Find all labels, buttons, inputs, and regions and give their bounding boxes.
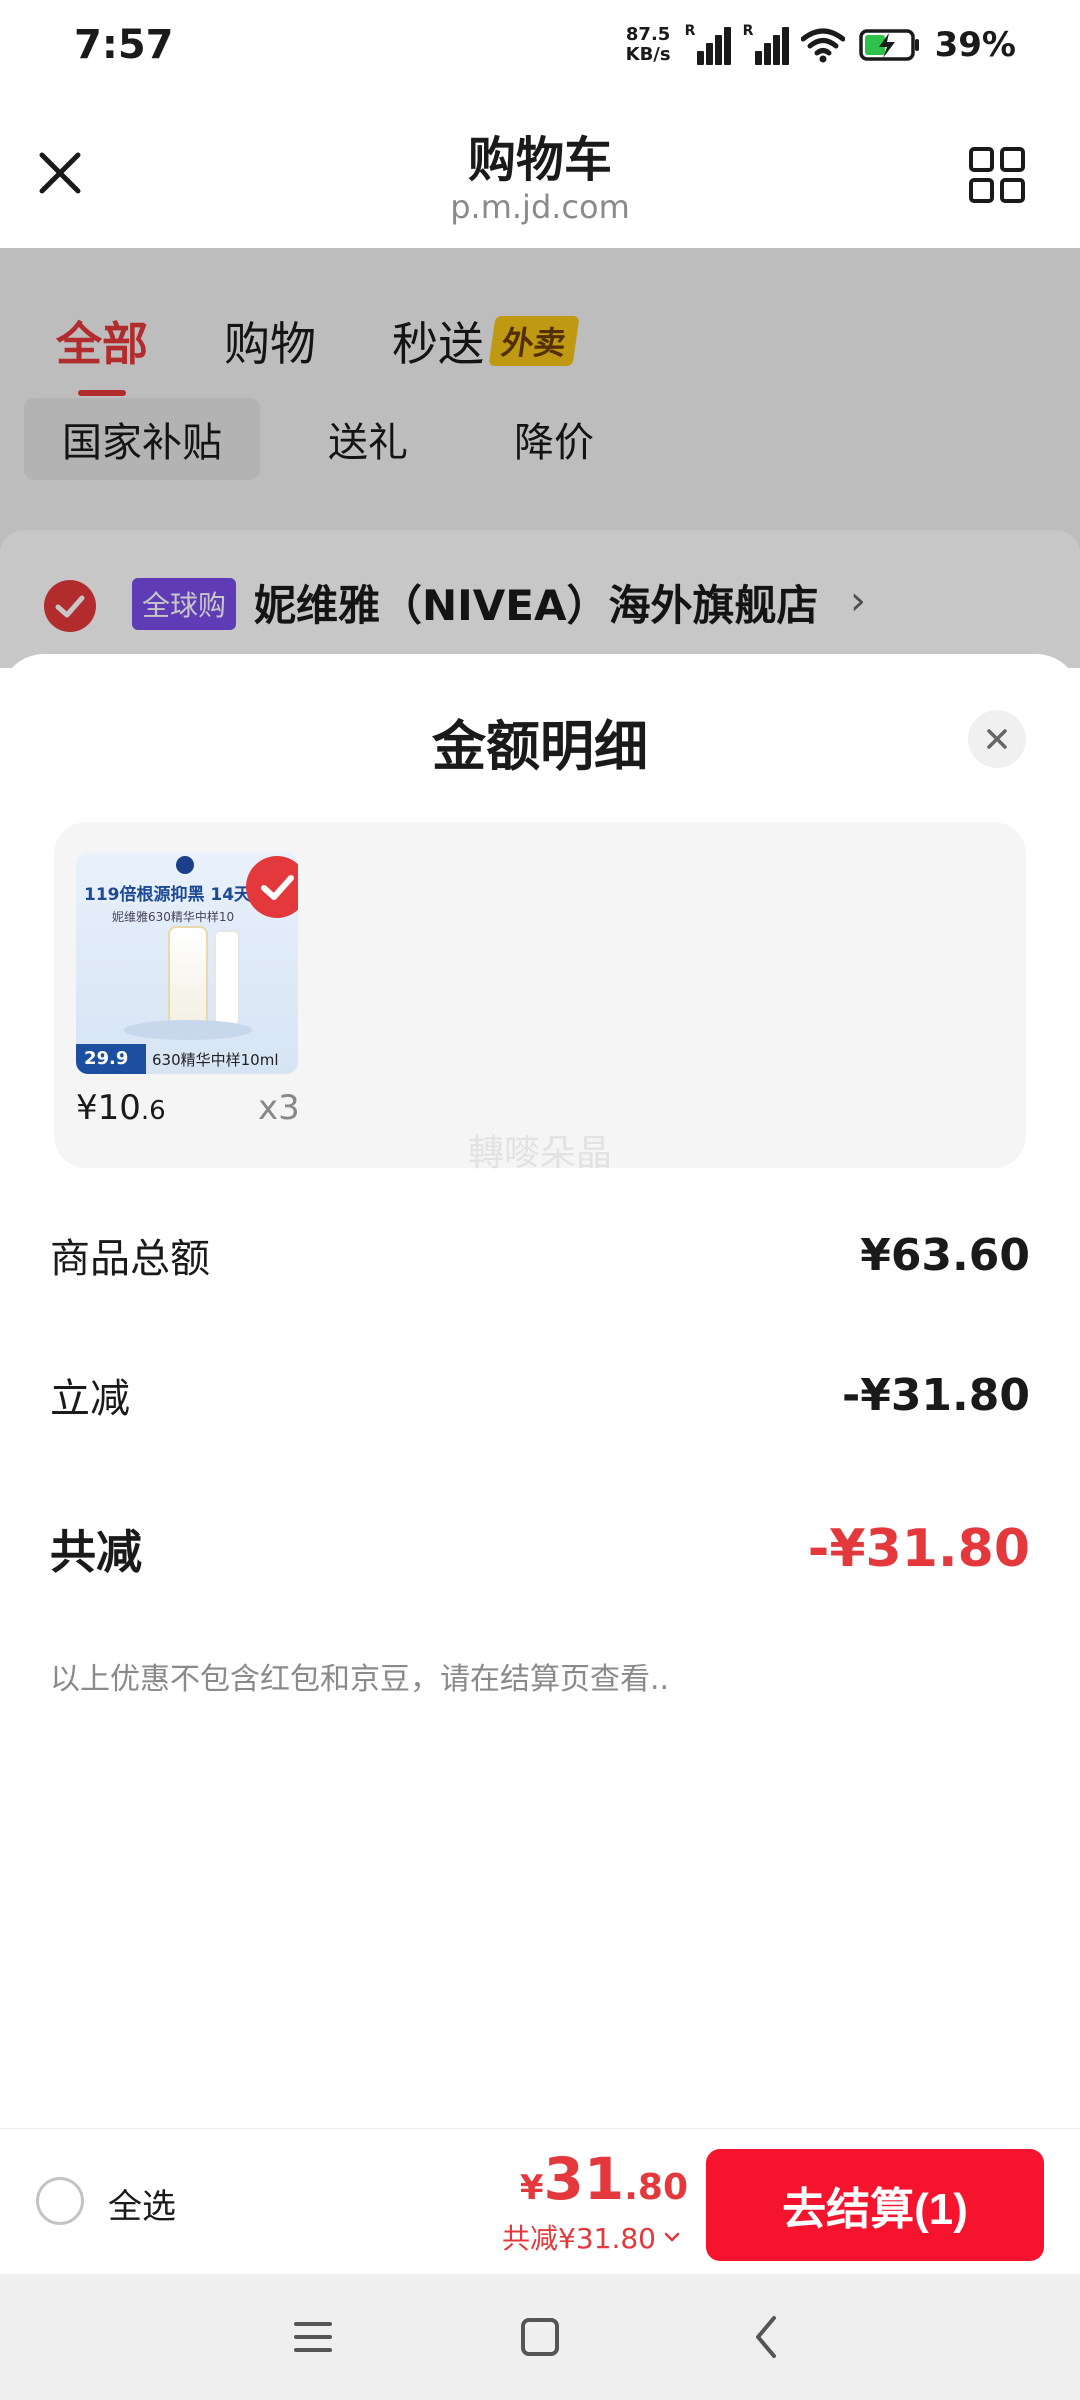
- modal-overlay[interactable]: [0, 248, 1080, 668]
- signal-roaming-label: R: [684, 23, 696, 39]
- home-icon[interactable]: [513, 2310, 567, 2364]
- product-image-headline: 119倍根源抑黑 14天: [84, 885, 252, 905]
- battery-charging-icon: [858, 29, 919, 61]
- signal-icon: R: [684, 23, 731, 65]
- network-speed: 87.5 KB/s: [626, 25, 671, 65]
- product-image[interactable]: 119倍根源抑黑 14天 妮维雅630精华中样10 29.9 630精华中样10…: [76, 852, 298, 1074]
- page-url: p.m.jd.com: [450, 188, 630, 226]
- status-time: 7:57: [74, 22, 174, 68]
- network-speed-unit: KB/s: [625, 44, 671, 65]
- signal-roaming-label-2: R: [742, 23, 754, 39]
- select-all-label[interactable]: 全选: [108, 2179, 176, 2228]
- row-goods-total: 商品总额 ¥63.60: [50, 1226, 1030, 1284]
- status-bar: 7:57 87.5 KB/s R R 39%: [0, 0, 1080, 90]
- checkout-button[interactable]: 去结算(1): [706, 2149, 1044, 2261]
- menu-icon[interactable]: [286, 2310, 340, 2364]
- browser-nav-bar: 购物车 p.m.jd.com: [0, 90, 1080, 248]
- product-image-subline: 妮维雅630精华中样10: [112, 910, 235, 924]
- sheet-title: 金额明细: [432, 715, 648, 778]
- instant-discount-value: -¥31.80: [841, 1369, 1030, 1421]
- watermark: 轉嘜朵晶: [467, 1133, 612, 1174]
- wifi-icon: [800, 28, 845, 63]
- row-total-discount: 共减 -¥31.80: [50, 1516, 1030, 1582]
- total-discount-text: 共减¥31.80: [502, 2222, 656, 2255]
- amount-detail-sheet: 金额明细 119倍根源抑黑 14天 妮维雅630精华中样10 29.9 630精…: [0, 654, 1080, 2128]
- product-quantity: x3: [258, 1088, 300, 1128]
- product-bottle: [168, 926, 208, 1026]
- product-price: ¥10.6: [76, 1088, 166, 1128]
- nivea-logo: [176, 856, 194, 874]
- goods-total-value: ¥63.60: [860, 1229, 1030, 1281]
- total-discount-label: 共减: [50, 1525, 142, 1579]
- grid-icon[interactable]: [968, 146, 1026, 204]
- battery-percent: 39%: [934, 25, 1016, 65]
- close-icon: [987, 729, 1007, 749]
- product-image-caption: 630精华中样10ml: [152, 1051, 279, 1069]
- total-price-integer: 31: [543, 2145, 625, 2213]
- instant-discount-label: 立减: [50, 1376, 130, 1422]
- total-price-decimal: .80: [624, 2167, 688, 2208]
- product-pedestal: [124, 1020, 252, 1040]
- system-nav-bar: [0, 2274, 1080, 2400]
- total-discount-value: -¥31.80: [807, 1519, 1030, 1579]
- total-price: ¥31.80: [520, 2145, 688, 2213]
- discount-note: 以上优惠不包含红包和京豆，请在结算页查看..: [50, 1662, 670, 1697]
- network-speed-value: 87.5: [625, 24, 671, 45]
- check-icon: [261, 875, 294, 900]
- page-title: 购物车: [467, 132, 612, 188]
- product-price-decimal: .6: [140, 1096, 166, 1126]
- signal-icon-2: R: [742, 23, 789, 65]
- chevron-down-icon: [664, 2232, 680, 2242]
- product-tube: [214, 930, 240, 1026]
- back-icon[interactable]: [740, 2310, 794, 2364]
- product-list: 119倍根源抑黑 14天 妮维雅630精华中样10 29.9 630精华中样10…: [54, 822, 1026, 1168]
- goods-total-label: 商品总额: [50, 1236, 210, 1282]
- total-price-currency: ¥: [519, 2168, 544, 2208]
- product-image-price-tag: 29.9: [76, 1044, 146, 1074]
- product-selected-check: [246, 856, 298, 918]
- total-discount-toggle[interactable]: 共减¥31.80: [502, 2217, 682, 2257]
- status-icons: 87.5 KB/s R R 39%: [626, 20, 1016, 70]
- product-price-main: ¥10: [76, 1088, 141, 1128]
- checkout-bar: 全选 ¥31.80 共减¥31.80 去结算(1): [0, 2128, 1080, 2274]
- select-all-checkbox[interactable]: [36, 2177, 84, 2225]
- row-instant-discount: 立减 -¥31.80: [50, 1366, 1030, 1424]
- sheet-close-button[interactable]: [968, 710, 1026, 768]
